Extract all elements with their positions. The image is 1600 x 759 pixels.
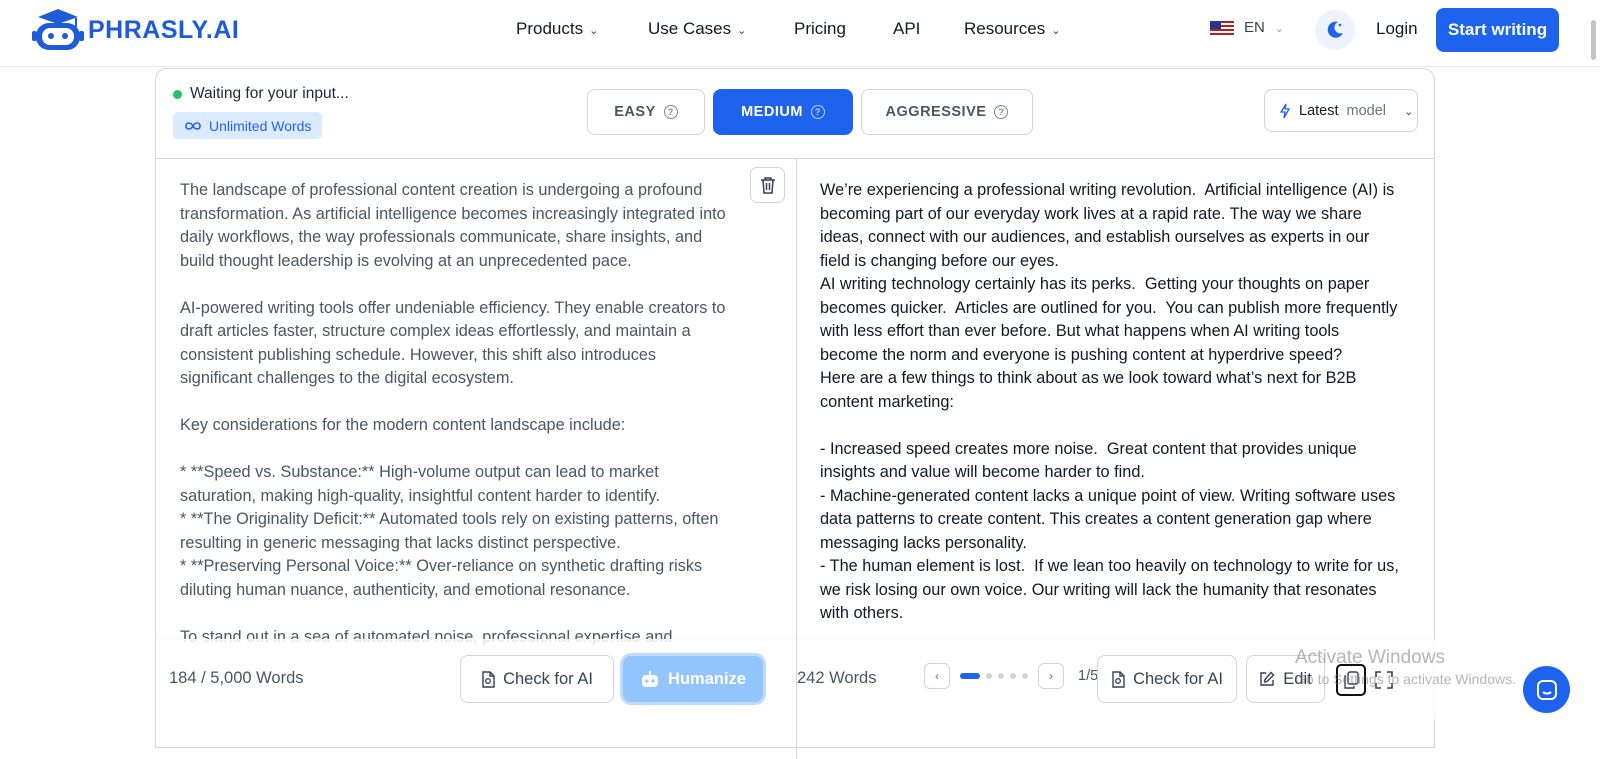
nav-use-cases[interactable]: Use Cases ⌄	[648, 19, 794, 39]
editor-card: Waiting for your input... Unlimited Word…	[155, 68, 1435, 759]
pager-dot[interactable]	[1010, 673, 1016, 679]
help-icon[interactable]: ?	[994, 105, 1009, 119]
robot-mascot-icon	[32, 9, 84, 50]
chat-support-button[interactable]	[1523, 666, 1570, 713]
nav-products-label: Products	[516, 19, 584, 38]
clear-text-button[interactable]	[750, 167, 785, 203]
nav-pricing-label: Pricing	[794, 19, 846, 38]
chevron-right-icon: ›	[1049, 669, 1053, 683]
robot-icon	[642, 671, 659, 687]
pager-dot[interactable]	[998, 673, 1004, 679]
windows-activation-watermark: Activate Windows Go to Settings to activ…	[1295, 647, 1516, 687]
humanize-label: Humanize	[668, 669, 746, 688]
edit-pencil-icon	[1260, 671, 1275, 686]
check-ai-button-input[interactable]: Check for AI	[460, 655, 614, 703]
watermark-subtitle: Go to Settings to activate Windows.	[1295, 671, 1516, 687]
output-text-area[interactable]: We’re experiencing a professional writin…	[820, 179, 1400, 709]
editor-header: Waiting for your input... Unlimited Word…	[156, 69, 1434, 159]
watermark-title: Activate Windows	[1295, 647, 1445, 668]
mode-selector: EASY ? MEDIUM ? AGGRESSIVE ?	[587, 89, 1033, 135]
unlimited-words-badge: Unlimited Words	[173, 112, 323, 139]
chevron-down-icon: ⌄	[737, 24, 747, 37]
help-icon[interactable]: ?	[810, 105, 825, 119]
moon-icon	[1327, 21, 1343, 38]
chevron-down-icon: ⌄	[1051, 24, 1061, 37]
status-indicator: Waiting for your input...	[173, 85, 349, 103]
nav-products[interactable]: Products ⌄	[516, 19, 648, 39]
model-label: Latest	[1299, 102, 1339, 119]
document-check-icon	[482, 670, 495, 688]
mode-medium-button[interactable]: MEDIUM ?	[713, 89, 853, 135]
nav-resources-label: Resources	[964, 19, 1046, 38]
nav-api[interactable]: API	[893, 19, 964, 39]
us-flag-icon	[1210, 20, 1234, 35]
start-writing-button[interactable]: Start writing	[1436, 8, 1559, 52]
check-ai-label: Check for AI	[1133, 669, 1223, 688]
language-label: EN	[1244, 19, 1265, 36]
mode-aggressive-label: AGGRESSIVE	[885, 104, 987, 120]
status-dot	[173, 89, 182, 99]
nav-api-label: API	[893, 19, 921, 38]
model-selector[interactable]: Latest model ⌄	[1264, 89, 1418, 132]
chevron-down-icon: ⌄	[1404, 106, 1414, 118]
mode-easy-label: EASY	[614, 104, 656, 120]
nav-resources[interactable]: Resources ⌄	[964, 19, 1060, 39]
nav-links: Products ⌄ Use Cases ⌄ Pricing API Resou…	[516, 19, 1060, 39]
model-sub-label: model	[1346, 102, 1387, 119]
mode-aggressive-button[interactable]: AGGRESSIVE ?	[861, 89, 1033, 135]
theme-toggle-button[interactable]	[1315, 10, 1355, 50]
check-ai-button-output[interactable]: Check for AI	[1097, 655, 1237, 703]
trash-icon	[760, 177, 775, 194]
nav-pricing[interactable]: Pricing	[794, 19, 893, 39]
infinity-icon	[185, 121, 201, 130]
chat-icon	[1536, 679, 1557, 700]
top-nav: PHRASLY.AI Products ⌄ Use Cases ⌄ Pricin…	[0, 0, 1600, 67]
previous-version-button[interactable]: ‹	[924, 663, 950, 689]
chevron-down-icon: ⌄	[589, 24, 599, 37]
document-check-icon	[1112, 670, 1125, 688]
mode-medium-label: MEDIUM	[741, 104, 803, 120]
input-footer: 184 / 5,000 Words Check for AI Humanize	[156, 639, 796, 719]
login-link[interactable]: Login	[1376, 19, 1418, 39]
check-ai-label: Check for AI	[503, 669, 593, 688]
status-text: Waiting for your input...	[190, 85, 349, 102]
next-version-button[interactable]: ›	[1038, 663, 1064, 689]
output-word-count: 242 Words	[797, 669, 877, 687]
humanize-button[interactable]: Humanize	[623, 656, 763, 702]
chevron-down-icon: ⌄	[1274, 23, 1285, 35]
chevron-left-icon: ‹	[935, 669, 939, 683]
lightning-icon	[1279, 103, 1291, 118]
page-scrollbar[interactable]	[1591, 20, 1596, 60]
pager-dot[interactable]	[986, 673, 992, 679]
unlimited-words-label: Unlimited Words	[209, 117, 312, 134]
logo[interactable]: PHRASLY.AI	[32, 9, 239, 51]
page-indicator: 1/5	[1078, 668, 1099, 684]
version-pager: ‹ › 1/5	[924, 663, 1098, 689]
pager-dot[interactable]	[1022, 673, 1028, 679]
nav-use-cases-label: Use Cases	[648, 19, 732, 38]
help-icon[interactable]: ?	[663, 105, 678, 119]
logo-text: PHRASLY.AI	[88, 15, 240, 44]
mode-easy-button[interactable]: EASY ?	[587, 89, 705, 135]
input-word-count: 184 / 5,000 Words	[169, 669, 304, 687]
input-text-area[interactable]: The landscape of professional content cr…	[180, 179, 728, 709]
language-selector[interactable]: EN ⌄	[1210, 19, 1284, 36]
pager-dot[interactable]	[960, 673, 980, 679]
